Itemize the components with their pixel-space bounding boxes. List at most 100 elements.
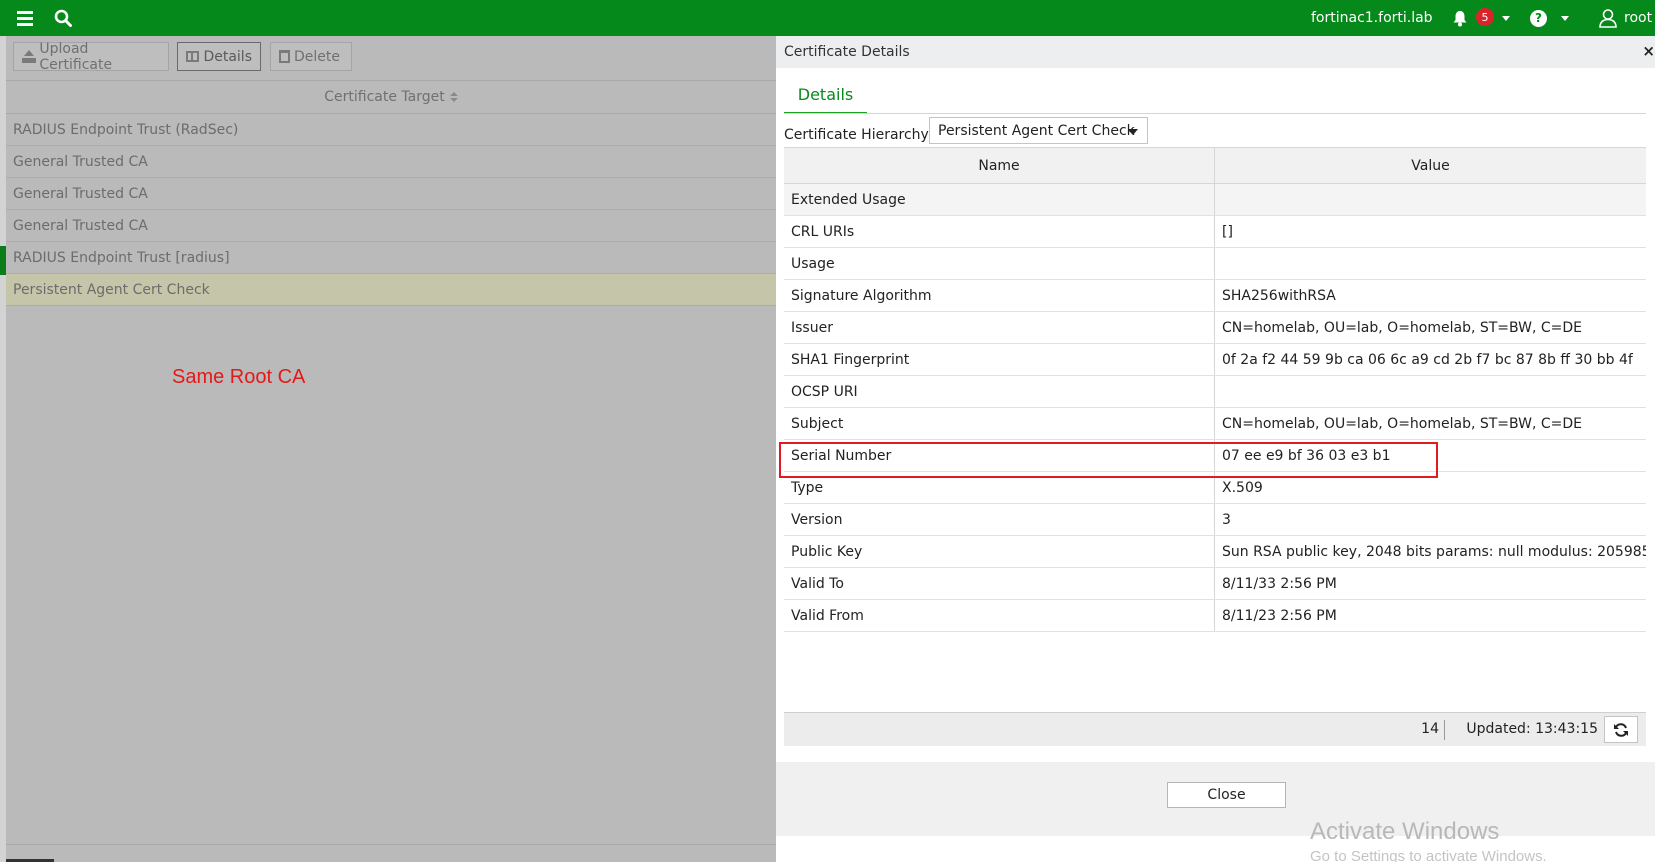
table-row[interactable]: Public Key Sun RSA public key, 2048 bits … — [784, 536, 1646, 568]
certificate-row-label: General Trusted CA — [13, 153, 148, 170]
field-value: 0f 2a f2 44 59 9b ca 06 6c a9 cd 2b f7 b… — [1222, 351, 1633, 368]
field-name: CRL URIs — [784, 216, 1215, 247]
certificate-details-panel: Certificate Details × Details Certificat… — [776, 36, 1655, 862]
table-row[interactable]: SHA1 Fingerprint 0f 2a f2 44 59 9b ca 06 … — [784, 344, 1646, 376]
certificate-row-label: Persistent Agent Cert Check — [13, 281, 210, 298]
table-row[interactable]: Valid From 8/11/23 2:56 PM — [784, 600, 1646, 632]
certificate-target-header-label: Certificate Target — [324, 89, 445, 105]
sort-icon[interactable] — [449, 92, 458, 102]
menu-icon[interactable] — [16, 0, 34, 36]
notification-count-badge[interactable]: 5 — [1476, 8, 1494, 26]
field-name: Public Key — [784, 536, 1215, 567]
panel-title: Certificate Details — [784, 44, 910, 60]
certificate-row[interactable]: RADIUS Endpoint Trust [radius] — [6, 242, 776, 274]
table-row[interactable]: Version 3 — [784, 504, 1646, 536]
field-name: SHA1 Fingerprint — [784, 344, 1215, 375]
field-value — [1215, 248, 1646, 279]
certificate-row[interactable]: General Trusted CA — [6, 210, 776, 242]
field-name: Extended Usage — [784, 184, 1215, 215]
table-row[interactable]: Usage — [784, 248, 1646, 280]
field-name: Valid From — [784, 600, 1215, 631]
refresh-icon — [1614, 722, 1628, 737]
field-value — [1215, 184, 1646, 215]
close-icon[interactable]: × — [1642, 42, 1655, 60]
table-row[interactable]: Subject CN=homelab, OU=lab, O=homelab, ST… — [784, 408, 1646, 440]
field-value: [] — [1222, 223, 1233, 240]
certificate-row[interactable]: General Trusted CA — [6, 146, 776, 178]
table-status-bar: 14 Updated: 13:43:15 — [784, 712, 1646, 746]
field-value: 8/11/33 2:56 PM — [1222, 575, 1337, 592]
certificate-target-column-header[interactable]: Certificate Target — [6, 80, 776, 114]
certificate-details-table: Name Value Extended Usage CRL URIs [] Usa… — [784, 147, 1646, 632]
field-name: Valid To — [784, 568, 1215, 599]
details-icon — [186, 51, 200, 62]
table-row[interactable]: Extended Usage — [784, 184, 1646, 216]
list-footer — [6, 844, 776, 862]
status-divider — [1444, 720, 1445, 740]
trash-icon — [279, 50, 290, 63]
user-name-label[interactable]: root — [1624, 0, 1652, 36]
field-name: Signature Algorithm — [784, 280, 1215, 311]
certificate-row[interactable]: General Trusted CA — [6, 178, 776, 210]
field-name: Usage — [784, 248, 1215, 279]
search-icon[interactable] — [54, 0, 74, 36]
field-value: CN=homelab, OU=lab, O=homelab, ST=BW, C=… — [1222, 319, 1583, 336]
table-row[interactable]: Issuer CN=homelab, OU=lab, O=homelab, ST=… — [784, 312, 1646, 344]
help-dropdown-caret-icon[interactable] — [1561, 0, 1569, 36]
row-status-marker — [0, 246, 6, 275]
delete-button[interactable]: Delete — [270, 42, 352, 71]
windows-activation-watermark: Activate Windows — [1310, 818, 1500, 845]
chevron-down-icon — [1128, 129, 1138, 135]
name-column-header[interactable]: Name — [784, 148, 1215, 183]
certificate-list-pane: Upload Certificate Details Delete Certif… — [0, 36, 776, 862]
field-value — [1215, 376, 1646, 407]
certificate-row-selected[interactable]: Persistent Agent Cert Check — [6, 274, 776, 306]
table-row[interactable]: Valid To 8/11/33 2:56 PM — [784, 568, 1646, 600]
hostname-label: fortinac1.forti.lab — [1311, 10, 1433, 26]
certificate-hierarchy-label: Certificate Hierarchy — [784, 127, 929, 143]
certificate-row-label: RADIUS Endpoint Trust [radius] — [13, 249, 230, 266]
field-value: 3 — [1222, 511, 1231, 528]
user-icon[interactable] — [1598, 0, 1618, 36]
field-value: CN=homelab, OU=lab, O=homelab, ST=BW, C=… — [1222, 415, 1583, 432]
delete-label: Delete — [294, 48, 340, 65]
value-column-header[interactable]: Value — [1215, 148, 1646, 183]
field-name: Subject — [784, 408, 1215, 439]
details-button[interactable]: Details — [177, 42, 261, 71]
panel-footer: Close — [776, 762, 1655, 836]
close-button[interactable]: Close — [1167, 782, 1286, 808]
field-value: SHA256withRSA — [1222, 287, 1336, 304]
field-name: Issuer — [784, 312, 1215, 343]
annotation-same-root-ca: Same Root CA — [172, 366, 306, 388]
table-row[interactable]: OCSP URI — [784, 376, 1646, 408]
upload-icon — [22, 49, 37, 64]
help-icon[interactable]: ? — [1530, 0, 1547, 36]
upload-certificate-button[interactable]: Upload Certificate — [13, 40, 169, 73]
certificate-row-label: General Trusted CA — [13, 217, 148, 234]
certificate-row[interactable]: RADIUS Endpoint Trust (RadSec) — [6, 114, 776, 146]
windows-activation-watermark-subtext: Go to Settings to activate Windows. — [1310, 848, 1547, 862]
tab-details[interactable]: Details — [784, 76, 867, 114]
top-navigation-bar: fortinac1.forti.lab 5 ? root — [0, 0, 1655, 36]
table-row[interactable]: Signature Algorithm SHA256withRSA — [784, 280, 1646, 312]
field-value: 8/11/23 2:56 PM — [1222, 607, 1337, 624]
certificate-row-label: RADIUS Endpoint Trust (RadSec) — [13, 121, 239, 138]
certificate-hierarchy-value: Persistent Agent Cert Check — [938, 122, 1135, 139]
certificate-hierarchy-select[interactable]: Persistent Agent Cert Check — [929, 117, 1148, 144]
field-value: Sun RSA public key, 2048 bits params: nu… — [1222, 543, 1646, 560]
updated-timestamp: Updated: 13:43:15 — [1466, 721, 1598, 737]
upload-certificate-label: Upload Certificate — [39, 40, 113, 73]
refresh-button[interactable] — [1604, 716, 1638, 743]
tab-divider — [784, 113, 1646, 114]
field-name: OCSP URI — [784, 376, 1215, 407]
certificate-row-label: General Trusted CA — [13, 185, 148, 202]
field-name: Version — [784, 504, 1215, 535]
details-label: Details — [203, 48, 252, 65]
serial-number-highlight-box — [779, 442, 1438, 478]
row-count: 14 — [1421, 721, 1439, 737]
bell-icon[interactable] — [1452, 0, 1468, 36]
table-row[interactable]: CRL URIs [] — [784, 216, 1646, 248]
table-header: Name Value — [784, 148, 1646, 184]
panel-header: Certificate Details × — [776, 36, 1655, 68]
notifications-dropdown-caret-icon[interactable] — [1502, 0, 1510, 36]
